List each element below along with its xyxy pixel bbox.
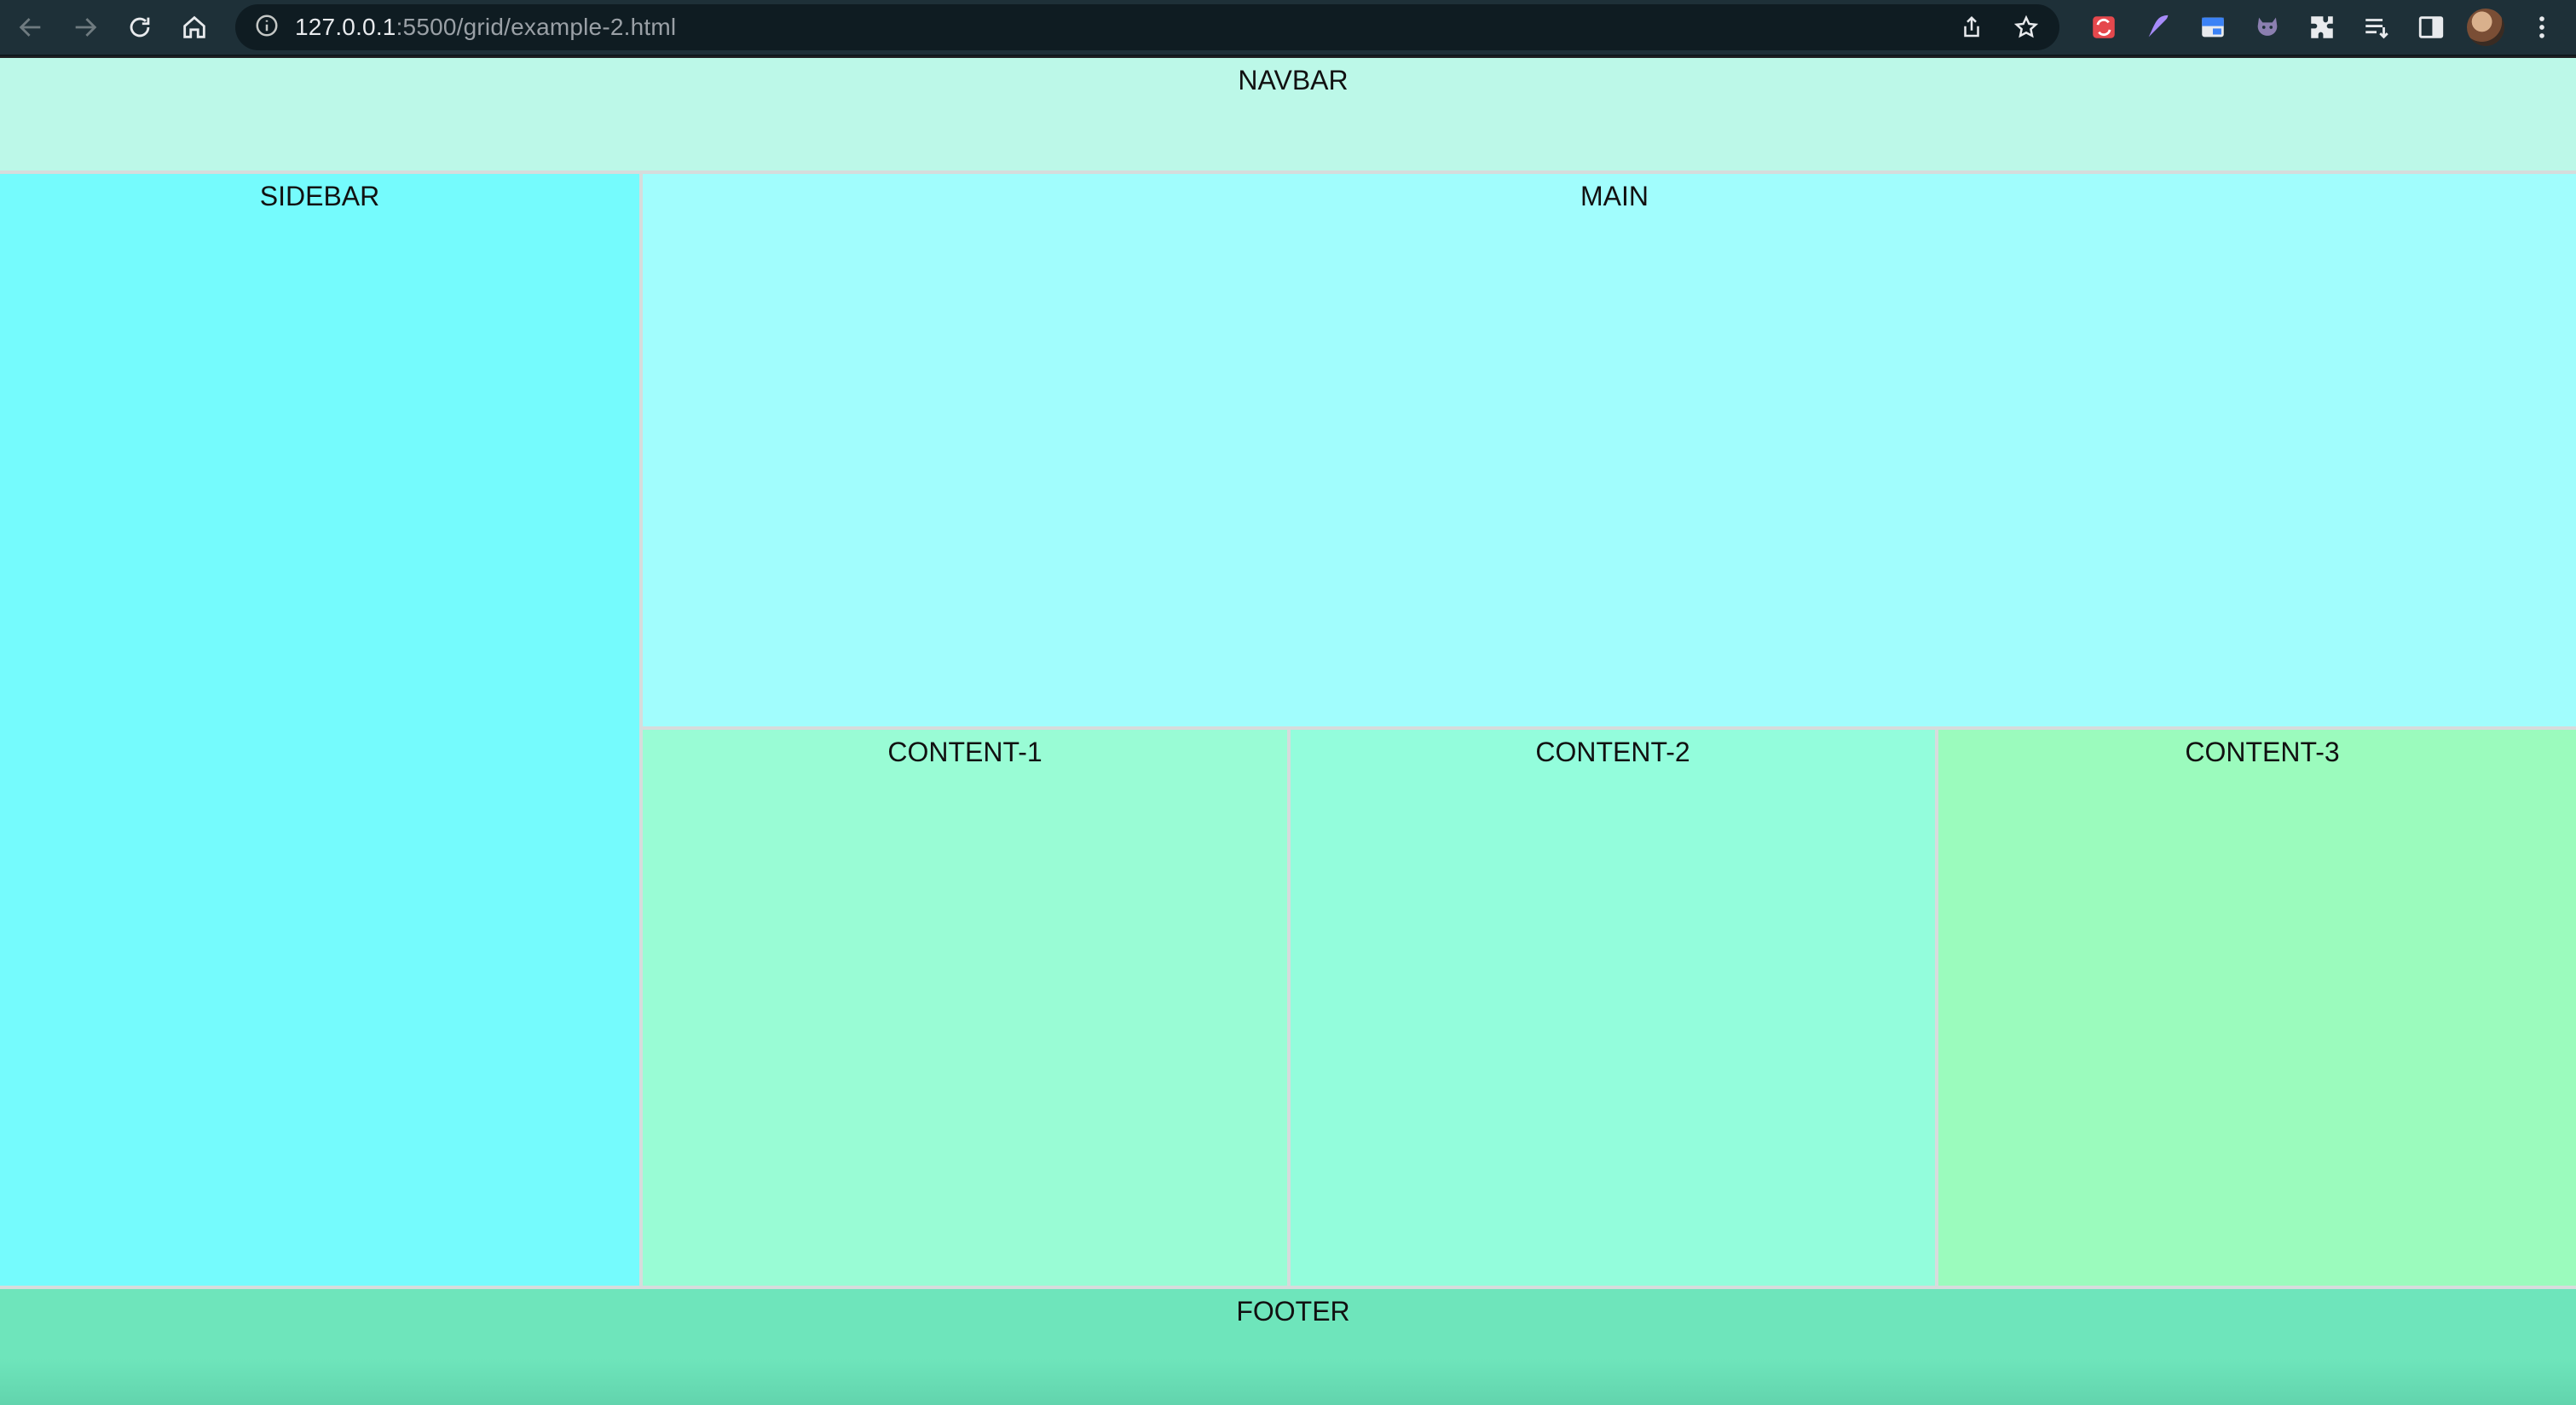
grid-page: NAVBAR SIDEBAR MAIN CONTENT-1 CONTENT-2 … [0,58,2576,1405]
window-extension-button[interactable] [2191,5,2235,49]
sync-extension-icon [2093,16,2115,38]
back-button[interactable] [7,3,55,51]
share-button[interactable] [1950,6,1993,49]
profile-avatar[interactable] [2467,9,2504,46]
reload-icon [130,17,150,38]
url-path: :5500/grid/example-2.html [396,14,677,40]
side-panel-button[interactable] [2409,5,2453,49]
content-2: CONTENT-2 [1291,730,1935,1286]
url-host: 127.0.0.1 [295,14,396,40]
main-area: MAIN [643,174,2576,726]
home-button[interactable] [170,3,218,51]
share-icon [1964,15,1979,38]
footer: FOOTER [0,1289,2576,1405]
arrow-right-icon [75,18,97,37]
extensions-button[interactable] [2300,5,2344,49]
content-3-label: CONTENT-3 [2185,737,2340,767]
octocat-extension-button[interactable] [2245,5,2290,49]
content-1: CONTENT-1 [643,730,1287,1286]
kebab-menu-icon [2539,16,2544,38]
content-3: CONTENT-3 [1938,730,2576,1286]
url-text[interactable]: 127.0.0.1:5500/grid/example-2.html [295,14,676,41]
info-icon[interactable] [254,13,280,43]
content-1-label: CONTENT-1 [887,737,1043,767]
footer-label: FOOTER [1236,1296,1350,1327]
browser-toolbar: 127.0.0.1:5500/grid/example-2.html [0,0,2576,56]
sync-extension-button[interactable] [2082,5,2126,49]
reload-button[interactable] [116,3,164,51]
navbar: NAVBAR [0,58,2576,171]
side-panel-icon [2418,16,2444,38]
bookmark-button[interactable] [2005,6,2048,49]
feather-extension-icon [2148,14,2169,38]
octocat-extension-icon [2257,17,2278,36]
star-icon [2013,14,2039,38]
arrow-left-icon [19,18,41,37]
reading-list-icon [2365,19,2388,39]
sidebar: SIDEBAR [0,174,639,1286]
address-bar[interactable]: 127.0.0.1:5500/grid/example-2.html [235,4,2059,50]
puzzle-icon [2311,16,2333,38]
feather-extension-button[interactable] [2136,5,2180,49]
sidebar-label: SIDEBAR [259,181,380,211]
home-icon [183,15,205,38]
forward-button[interactable] [61,3,109,51]
browser-menu-button[interactable] [2520,5,2564,49]
reading-list-button[interactable] [2354,5,2399,49]
main-label: MAIN [1580,181,1649,211]
window-extension-icon [2202,17,2224,38]
content-2-label: CONTENT-2 [1535,737,1690,767]
navbar-label: NAVBAR [1238,65,1349,95]
